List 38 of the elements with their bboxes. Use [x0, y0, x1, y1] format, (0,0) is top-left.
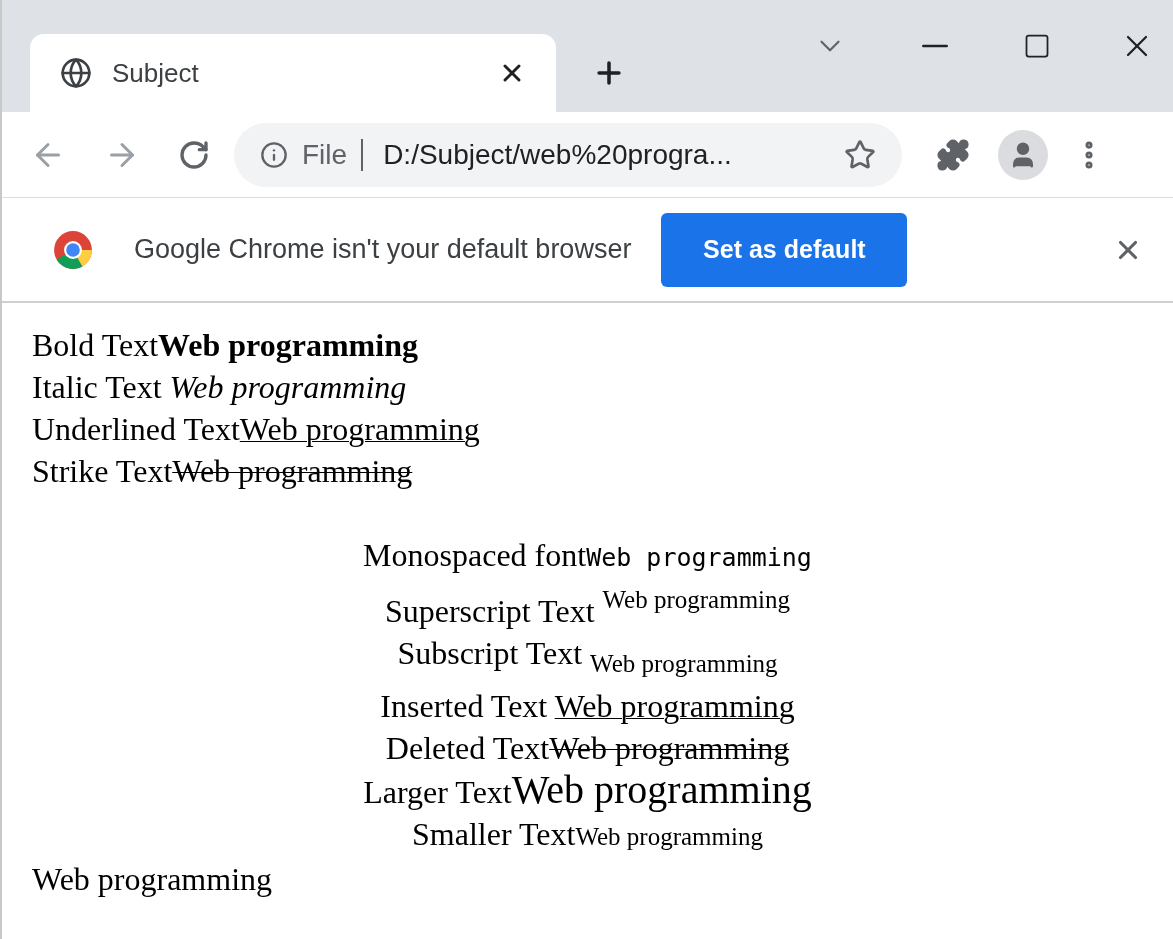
sample-text: Web programming	[158, 327, 418, 363]
label-text: Monospaced font	[363, 537, 587, 573]
browser-tab[interactable]: Subject	[30, 34, 556, 112]
label-text: Underlined Text	[32, 411, 240, 447]
sample-text: Web programming	[172, 453, 413, 489]
label-text: Smaller Text	[412, 816, 576, 852]
url-text: D:/Subject/web%20progra...	[383, 137, 733, 172]
sample-text: Web programming	[169, 369, 407, 405]
label-text: Italic Text	[32, 369, 163, 405]
info-icon	[260, 140, 288, 169]
set-default-button[interactable]: Set as default	[661, 212, 908, 287]
label-text: Subscript Text	[397, 635, 584, 671]
scheme-label: File	[302, 138, 364, 171]
label-text: Strike Text	[32, 453, 173, 489]
sample-text: Web programming	[575, 823, 763, 850]
sample-text: Web programming	[239, 411, 480, 447]
sample-text: Web programming	[549, 730, 790, 766]
label-text: Deleted Text	[385, 730, 550, 766]
maximize-icon[interactable]	[1023, 32, 1051, 60]
address-bar[interactable]: File D:/Subject/web%20progra...	[234, 122, 902, 187]
chrome-logo-icon	[52, 228, 94, 271]
plain-text: Web programming	[32, 860, 273, 899]
sample-text: Web programming	[586, 543, 812, 572]
sample-text: Web programming	[511, 767, 812, 812]
tab-title: Subject	[112, 56, 200, 90]
globe-icon	[60, 57, 92, 89]
label-text: Superscript Text	[384, 593, 596, 629]
infobar-message: Google Chrome isn't your default browser	[134, 233, 632, 267]
label-text: Larger Text	[363, 774, 512, 810]
sample-text: Web programming	[590, 650, 778, 677]
label-text: Inserted Text	[380, 688, 549, 724]
sample-text: Web programming	[602, 586, 791, 613]
puzzle-icon[interactable]	[936, 137, 970, 172]
sample-text: Web programming	[554, 688, 795, 724]
label-text: Bold Text	[32, 327, 159, 363]
reload-icon[interactable]	[178, 138, 210, 171]
bookmark-star-icon[interactable]	[844, 138, 876, 171]
profile-avatar[interactable]	[998, 129, 1048, 180]
